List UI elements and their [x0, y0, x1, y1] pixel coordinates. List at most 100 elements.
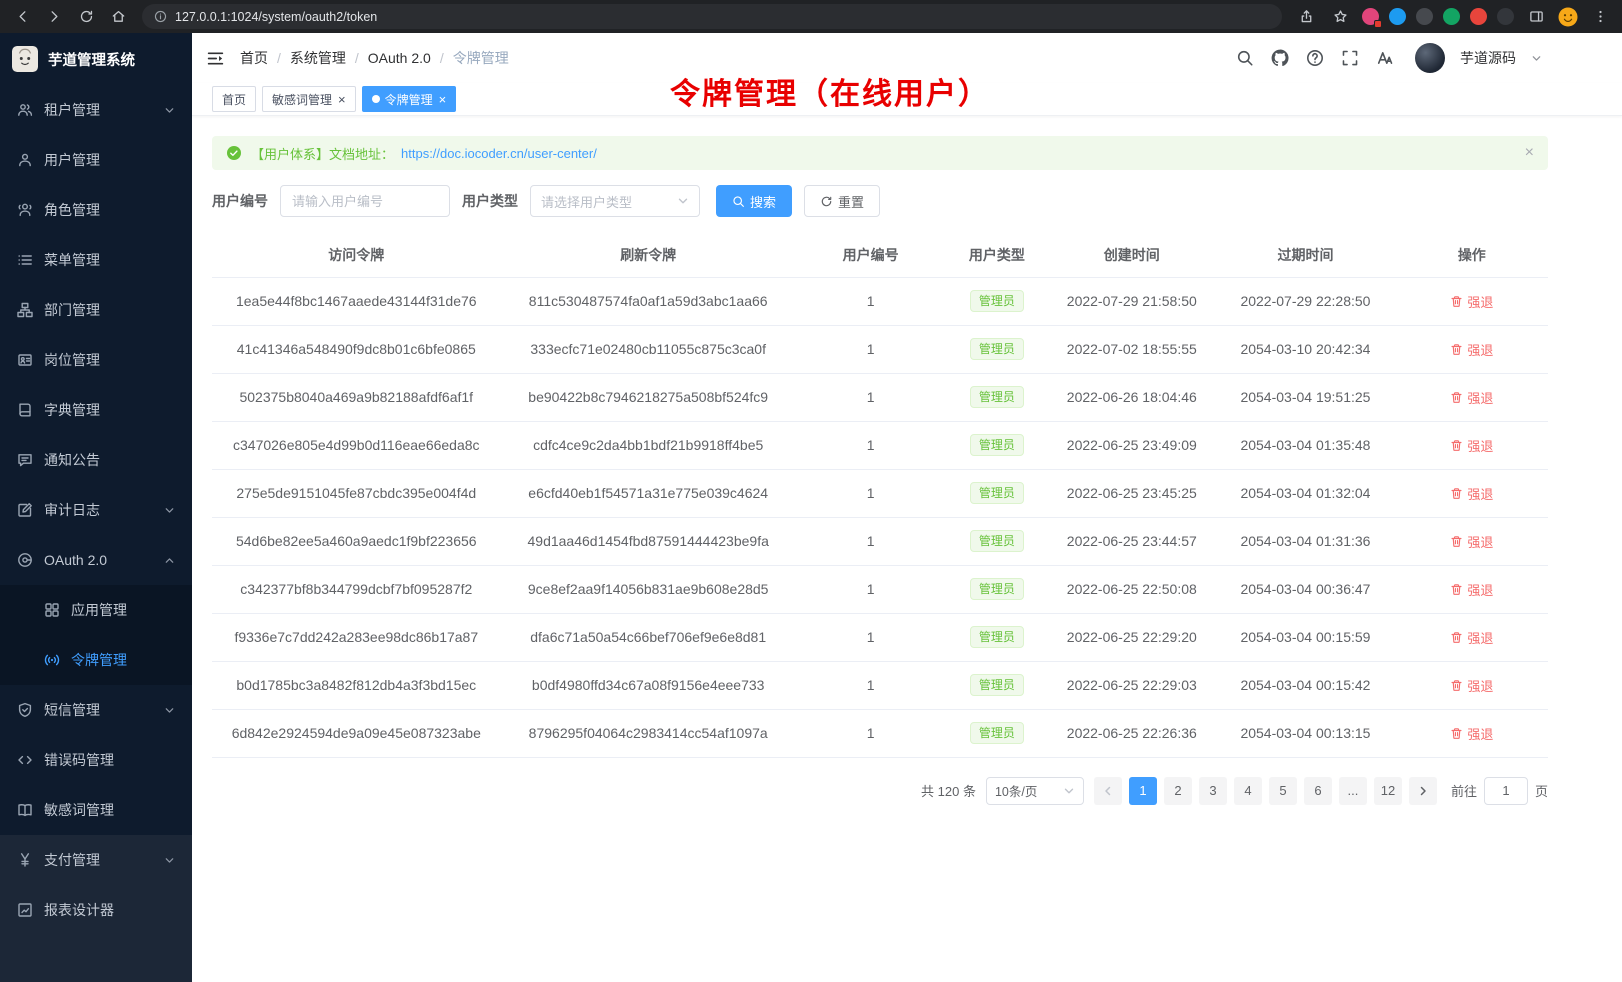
table-row: c347026e805e4d99b0d116eae66eda8ccdfc4ce9… [212, 421, 1548, 469]
sidebar-item-dept[interactable]: 部门管理 [0, 285, 192, 335]
cell-create-time: 2022-07-02 18:55:55 [1048, 325, 1215, 373]
reset-button[interactable]: 重置 [804, 185, 880, 217]
fullscreen-icon[interactable] [1341, 49, 1359, 67]
extension-dark-2[interactable] [1497, 8, 1514, 25]
star-icon[interactable] [1328, 5, 1352, 29]
extension-red[interactable] [1470, 8, 1487, 25]
cell-refresh-token: 49d1aa46d1454fbd87591444423be9fa [501, 517, 796, 565]
breadcrumb-item[interactable]: 首页 [240, 48, 268, 68]
force-logout-button[interactable]: 强退 [1450, 436, 1493, 455]
force-logout-button[interactable]: 强退 [1450, 340, 1493, 359]
browser-action-icons [1294, 5, 1612, 29]
tags-view-tab[interactable]: 令牌管理× [362, 86, 457, 112]
close-icon[interactable]: × [439, 93, 447, 106]
question-icon[interactable] [1306, 49, 1324, 67]
address-bar[interactable]: 127.0.0.1:1024/system/oauth2/token [142, 4, 1282, 29]
user-avatar[interactable] [1415, 43, 1445, 73]
site-info-icon[interactable] [154, 10, 167, 23]
extension-pink[interactable] [1362, 8, 1379, 25]
sidebar-item-pay[interactable]: 支付管理 [0, 835, 192, 885]
force-logout-button[interactable]: 强退 [1450, 724, 1493, 743]
cell-user-type: 管理员 [945, 277, 1048, 325]
pagination-page-6[interactable]: 6 [1304, 777, 1332, 805]
hamburger-icon[interactable] [206, 49, 225, 68]
breadcrumb-item[interactable]: OAuth 2.0 [368, 50, 431, 66]
pagination-page-2[interactable]: 2 [1164, 777, 1192, 805]
sidebar-item-audit-log[interactable]: 审计日志 [0, 485, 192, 535]
force-logout-button[interactable]: 强退 [1450, 676, 1493, 695]
sidebar-item-tenant[interactable]: 租户管理 [0, 85, 192, 135]
pagination-next[interactable] [1409, 777, 1437, 805]
force-logout-button[interactable]: 强退 [1450, 628, 1493, 647]
sidebar-item-oauth2-token[interactable]: 令牌管理 [0, 635, 192, 685]
search-icon[interactable] [1236, 49, 1254, 67]
id-badge-icon [17, 352, 33, 368]
force-logout-label: 强退 [1467, 580, 1493, 599]
font-size-icon[interactable] [1376, 49, 1394, 67]
user-type-select[interactable]: 请选择用户类型 [530, 185, 700, 217]
sidebar-item-error-code[interactable]: 错误码管理 [0, 735, 192, 785]
sidebar-item-oauth2-app[interactable]: 应用管理 [0, 585, 192, 635]
pagination-page-3[interactable]: 3 [1199, 777, 1227, 805]
reset-button-label: 重置 [838, 192, 864, 211]
app-logo-row[interactable]: 芋道管理系统 [0, 33, 192, 85]
pagination-prev[interactable] [1094, 777, 1122, 805]
reload-icon[interactable] [74, 5, 98, 29]
sidebar-item-label: 敏感词管理 [44, 800, 114, 820]
search-button[interactable]: 搜索 [716, 185, 792, 217]
caret-down-icon[interactable] [1531, 53, 1542, 64]
force-logout-button[interactable]: 强退 [1450, 292, 1493, 311]
sidebar-item-role[interactable]: 角色管理 [0, 185, 192, 235]
breadcrumb-item[interactable]: 系统管理 [290, 48, 346, 68]
sidebar-item-report-designer[interactable]: 报表设计器 [0, 885, 192, 935]
back-icon[interactable] [10, 5, 34, 29]
sidebar-item-post[interactable]: 岗位管理 [0, 335, 192, 385]
breadcrumb-item: 令牌管理 [453, 48, 509, 68]
page-size-select[interactable]: 10条/页 [986, 777, 1084, 805]
sidebar-item-dict[interactable]: 字典管理 [0, 385, 192, 435]
home-icon[interactable] [106, 5, 130, 29]
close-icon[interactable]: × [338, 93, 346, 106]
profile-avatar-icon[interactable] [1558, 7, 1578, 27]
side-panel-icon[interactable] [1524, 5, 1548, 29]
pagination-more[interactable]: ... [1339, 777, 1367, 805]
forward-icon[interactable] [42, 5, 66, 29]
sidebar-item-sms[interactable]: 短信管理 [0, 685, 192, 735]
cell-user-id: 1 [796, 277, 946, 325]
user-id-input[interactable] [280, 185, 450, 217]
username[interactable]: 芋道源码 [1460, 48, 1516, 68]
cell-expire-time: 2054-03-04 00:13:15 [1215, 709, 1395, 757]
pagination-page-4[interactable]: 4 [1234, 777, 1262, 805]
force-logout-button[interactable]: 强退 [1450, 388, 1493, 407]
users-icon [17, 102, 33, 118]
extension-green[interactable] [1443, 8, 1460, 25]
extension-blue[interactable] [1389, 8, 1406, 25]
sidebar-item-sensitive-word[interactable]: 敏感词管理 [0, 785, 192, 835]
cell-create-time: 2022-06-25 23:44:57 [1048, 517, 1215, 565]
tags-view-tab[interactable]: 敏感词管理× [262, 86, 356, 112]
close-icon[interactable]: × [1525, 145, 1534, 161]
force-logout-button[interactable]: 强退 [1450, 580, 1493, 599]
sidebar-item-menu[interactable]: 菜单管理 [0, 235, 192, 285]
extension-dark-1[interactable] [1416, 8, 1433, 25]
sidebar-item-notice[interactable]: 通知公告 [0, 435, 192, 485]
sidebar-item-user[interactable]: 用户管理 [0, 135, 192, 185]
pagination-page-1[interactable]: 1 [1129, 777, 1157, 805]
force-logout-button[interactable]: 强退 [1450, 532, 1493, 551]
table-row: 502375b8040a469a9b82188afdf6af1fbe90422b… [212, 373, 1548, 421]
kebab-menu-icon[interactable] [1588, 5, 1612, 29]
sidebar-item-label: 通知公告 [44, 450, 100, 470]
tags-view-tab[interactable]: 首页 [212, 86, 256, 112]
force-logout-button[interactable]: 强退 [1450, 484, 1493, 503]
sidebar-item-label: 报表设计器 [44, 900, 114, 920]
sidebar-item-label: 租户管理 [44, 100, 100, 120]
github-icon[interactable] [1271, 49, 1289, 67]
book-icon [17, 402, 33, 418]
cell-create-time: 2022-06-25 23:49:09 [1048, 421, 1215, 469]
pagination-page-5[interactable]: 5 [1269, 777, 1297, 805]
goto-page-input[interactable] [1484, 777, 1528, 805]
alert-doc-link[interactable]: https://doc.iocoder.cn/user-center/ [401, 146, 597, 161]
share-icon[interactable] [1294, 5, 1318, 29]
pagination-page-12[interactable]: 12 [1374, 777, 1402, 805]
sidebar-item-oauth2[interactable]: OAuth 2.0 [0, 535, 192, 585]
